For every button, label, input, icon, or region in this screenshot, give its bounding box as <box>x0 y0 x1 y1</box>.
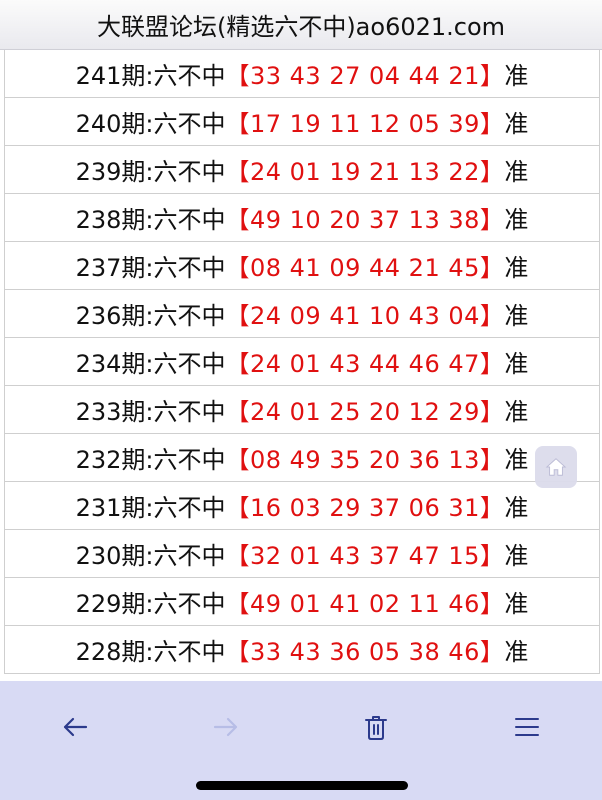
scroll-home-button[interactable] <box>535 446 577 488</box>
page-header: 大联盟论坛(精选六不中)ao6021.com <box>0 0 602 50</box>
list-item: 230期:六不中 【32 01 43 37 47 15】准 <box>5 530 599 578</box>
arrow-left-icon <box>63 717 88 737</box>
period-label: 230期:六不中 <box>75 542 226 570</box>
period-label: 240期:六不中 <box>75 110 226 138</box>
list-item: 239期:六不中 【24 01 19 21 13 22】准 <box>5 146 599 194</box>
result-mark: 准 <box>504 254 529 282</box>
number-set: 【17 19 11 12 05 39】 <box>225 110 505 138</box>
list-item: 231期:六不中 【16 03 29 37 06 31】准 <box>5 482 599 530</box>
list-item: 232期:六不中 【08 49 35 20 36 13】准 <box>5 434 599 482</box>
number-set: 【08 41 09 44 21 45】 <box>225 254 505 282</box>
result-mark: 准 <box>504 62 529 90</box>
list-item: 238期:六不中 【49 10 20 37 13 38】准 <box>5 194 599 242</box>
number-set: 【49 01 41 02 11 46】 <box>225 590 505 618</box>
result-mark: 准 <box>504 542 529 570</box>
period-label: 231期:六不中 <box>75 494 226 522</box>
number-set: 【49 10 20 37 13 38】 <box>225 206 505 234</box>
period-label: 232期:六不中 <box>75 446 226 474</box>
result-mark: 准 <box>504 446 529 474</box>
result-mark: 准 <box>504 206 529 234</box>
period-label: 239期:六不中 <box>75 158 226 186</box>
result-mark: 准 <box>504 494 529 522</box>
menu-button[interactable] <box>507 707 547 747</box>
period-label: 228期:六不中 <box>75 638 226 666</box>
result-mark: 准 <box>504 350 529 378</box>
period-label: 237期:六不中 <box>75 254 226 282</box>
list-item: 240期:六不中 【17 19 11 12 05 39】准 <box>5 98 599 146</box>
number-set: 【24 09 41 10 43 04】 <box>225 302 505 330</box>
number-set: 【24 01 19 21 13 22】 <box>225 158 505 186</box>
list-item: 233期:六不中 【24 01 25 20 12 29】准 <box>5 386 599 434</box>
number-set: 【32 01 43 37 47 15】 <box>225 542 505 570</box>
number-set: 【33 43 27 04 44 21】 <box>225 62 505 90</box>
result-mark: 准 <box>504 398 529 426</box>
page-title: 大联盟论坛(精选六不中)ao6021.com <box>96 13 506 41</box>
result-mark: 准 <box>504 302 529 330</box>
list-item: 237期:六不中 【08 41 09 44 21 45】准 <box>5 242 599 290</box>
number-set: 【24 01 25 20 12 29】 <box>225 398 505 426</box>
menu-icon <box>515 718 539 736</box>
browser-toolbar <box>0 681 602 800</box>
period-label: 238期:六不中 <box>75 206 226 234</box>
home-icon <box>545 458 567 476</box>
period-label: 241期:六不中 <box>75 62 226 90</box>
list-item: 236期:六不中 【24 09 41 10 43 04】准 <box>5 290 599 338</box>
list-item: 228期:六不中 【33 43 36 05 38 46】准 <box>5 626 599 674</box>
number-set: 【33 43 36 05 38 46】 <box>225 638 505 666</box>
number-set: 【16 03 29 37 06 31】 <box>225 494 505 522</box>
period-label: 233期:六不中 <box>75 398 226 426</box>
results-list: 241期:六不中 【33 43 27 04 44 21】准 240期:六不中 【17… <box>4 50 600 674</box>
result-mark: 准 <box>504 638 529 666</box>
list-item: 234期:六不中 【24 01 43 44 46 47】准 <box>5 338 599 386</box>
result-mark: 准 <box>504 158 529 186</box>
number-set: 【08 49 35 20 36 13】 <box>225 446 505 474</box>
period-label: 234期:六不中 <box>75 350 226 378</box>
forward-button[interactable] <box>206 707 246 747</box>
period-label: 229期:六不中 <box>75 590 226 618</box>
back-button[interactable] <box>55 707 95 747</box>
period-label: 236期:六不中 <box>75 302 226 330</box>
delete-button[interactable] <box>356 707 396 747</box>
number-set: 【24 01 43 44 46 47】 <box>225 350 505 378</box>
trash-icon <box>365 716 387 740</box>
arrow-right-icon <box>213 717 238 737</box>
list-item: 229期:六不中 【49 01 41 02 11 46】准 <box>5 578 599 626</box>
list-item: 241期:六不中 【33 43 27 04 44 21】准 <box>5 50 599 98</box>
home-indicator[interactable] <box>196 781 408 790</box>
result-mark: 准 <box>504 590 529 618</box>
result-mark: 准 <box>504 110 529 138</box>
